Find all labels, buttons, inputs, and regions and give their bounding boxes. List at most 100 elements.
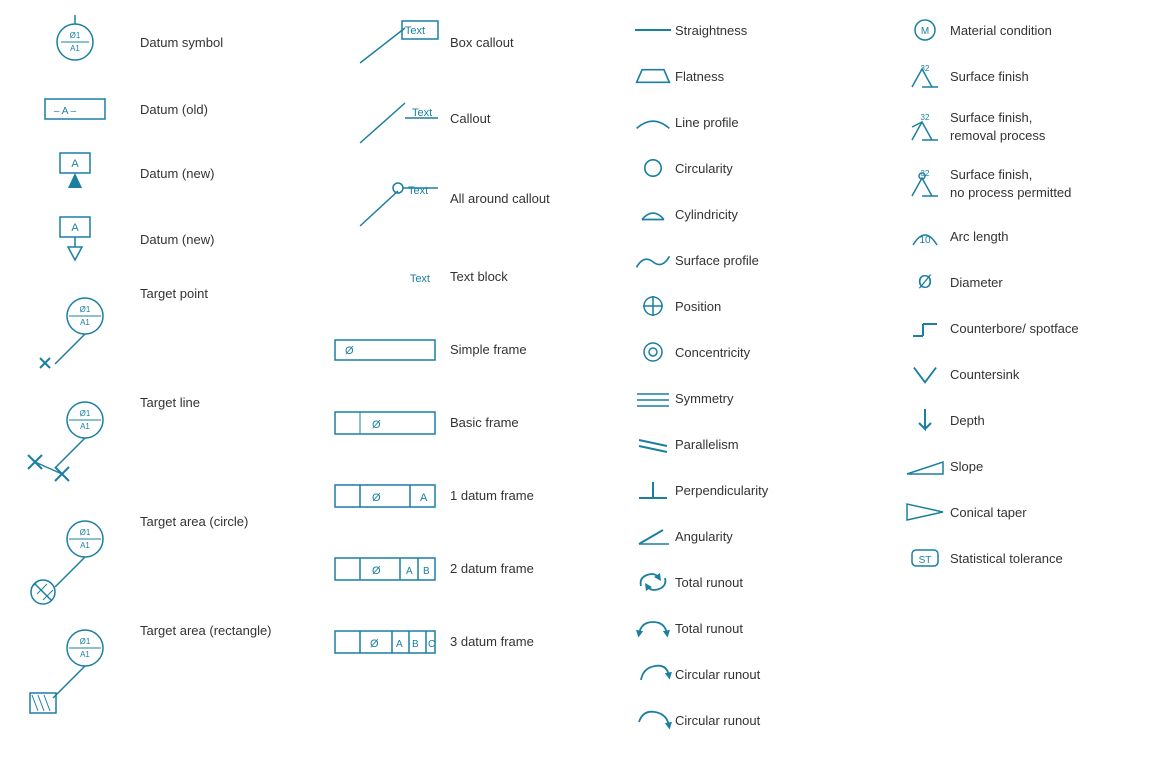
counterbore-row: Counterbore/ spotface [900, 313, 1140, 343]
box-callout-icon: Text [320, 18, 440, 68]
svg-text:Text: Text [410, 273, 430, 285]
circular-runout2-label: Circular runout [675, 713, 760, 728]
text-block-icon: Text [320, 262, 440, 292]
cylindricity-row: Cylindricity [630, 199, 880, 229]
col1-datum-symbols: Ø1 A1 Datum symbol – A – Datum (old) [0, 10, 310, 756]
circular-runout-row: Circular runout [630, 659, 880, 689]
perpendicularity-row: Perpendicularity [630, 475, 880, 505]
col4-additional: M Material condition 32 Surface finish 3… [890, 10, 1149, 756]
col3-gdt: Straightness Flatness Line profile [620, 10, 890, 756]
svg-text:A1: A1 [70, 44, 80, 53]
svg-text:Text: Text [405, 25, 425, 37]
diameter-label: Diameter [950, 275, 1003, 290]
target-area-rect-row: Ø1 A1 Target area (rectangle) [10, 618, 300, 718]
depth-row: Depth [900, 405, 1140, 435]
datum-symbol-row: Ø1 A1 Datum symbol [10, 15, 300, 70]
conical-taper-icon [900, 500, 950, 524]
depth-label: Depth [950, 413, 985, 428]
surface-finish-removal-row: 32 Surface finish, removal process [900, 107, 1140, 147]
parallelism-label: Parallelism [675, 437, 739, 452]
target-area-rect-label: Target area (rectangle) [140, 623, 272, 638]
cylindricity-label: Cylindricity [675, 207, 738, 222]
flatness-label: Flatness [675, 69, 724, 84]
target-point-label: Target point [140, 286, 208, 301]
surface-finish-label: Surface finish [950, 69, 1029, 84]
3-datum-frame-label: 3 datum frame [450, 634, 534, 649]
datum-old-row: – A – Datum (old) [10, 84, 300, 134]
slope-icon [900, 454, 950, 478]
1-datum-frame-icon: Ø A [320, 480, 440, 512]
target-area-rect-icon: Ø1 A1 [10, 623, 140, 718]
svg-text:Ø: Ø [345, 345, 354, 357]
svg-text:A1: A1 [80, 422, 90, 431]
counterbore-label: Counterbore/ spotface [950, 321, 1079, 336]
parallelism-icon [630, 432, 675, 456]
target-point-row: Ø1 A1 Target point [10, 281, 300, 376]
material-condition-row: M Material condition [900, 15, 1140, 45]
surface-finish-removal-icon: 32 [900, 110, 950, 145]
svg-text:A1: A1 [80, 541, 90, 550]
total-runout2-icon [630, 616, 675, 640]
statistical-tolerance-icon: ST [900, 546, 950, 570]
angularity-label: Angularity [675, 529, 733, 544]
svg-text:Text: Text [412, 107, 432, 119]
conical-taper-row: Conical taper [900, 497, 1140, 527]
concentricity-label: Concentricity [675, 345, 750, 360]
simple-frame-label: Simple frame [450, 342, 527, 357]
total-runout2-label: Total runout [675, 621, 743, 636]
basic-frame-icon: Ø [320, 407, 440, 439]
2-datum-frame-label: 2 datum frame [450, 561, 534, 576]
svg-text:Ø: Ø [372, 419, 381, 431]
svg-text:Ø1: Ø1 [80, 305, 91, 314]
datum-old-icon: – A – [10, 94, 140, 124]
conical-taper-label: Conical taper [950, 505, 1027, 520]
callout-label: Callout [450, 111, 490, 126]
3-datum-frame-row: Ø A B C 3 datum frame [320, 614, 610, 669]
target-line-label: Target line [140, 395, 200, 410]
line-profile-icon [630, 112, 675, 132]
target-area-circle-label: Target area (circle) [140, 514, 248, 529]
svg-text:Text: Text [408, 185, 428, 197]
circular-runout-icon [630, 662, 675, 686]
box-callout-label: Box callout [450, 35, 514, 50]
svg-text:Ø1: Ø1 [80, 637, 91, 646]
svg-text:C: C [428, 639, 435, 650]
callout-icon: Text [320, 88, 440, 148]
diameter-icon: Ø [900, 270, 950, 294]
parallelism-row: Parallelism [630, 429, 880, 459]
svg-text:A: A [396, 639, 403, 650]
concentricity-row: Concentricity [630, 337, 880, 367]
flatness-icon [630, 66, 675, 86]
datum-old-label: Datum (old) [140, 102, 208, 117]
target-area-circle-row: Ø1 A1 Target area (circle) [10, 509, 300, 604]
datum-new1-label: Datum (new) [140, 166, 214, 181]
page: Ø1 A1 Datum symbol – A – Datum (old) [0, 0, 1149, 766]
datum-new2-icon: A [10, 212, 140, 267]
circularity-label: Circularity [675, 161, 733, 176]
surface-finish-no-process-icon: 32 [900, 166, 950, 202]
target-line-icon: Ø1 A1 [10, 395, 140, 495]
target-area-circle-icon: Ø1 A1 [10, 514, 140, 604]
perpendicularity-label: Perpendicularity [675, 483, 768, 498]
2-datum-frame-icon: Ø A B [320, 553, 440, 585]
callout-row: Text Callout [320, 88, 610, 148]
svg-text:10: 10 [919, 235, 931, 246]
slope-row: Slope [900, 451, 1140, 481]
circular-runout-label: Circular runout [675, 667, 760, 682]
symmetry-icon [630, 386, 675, 410]
angularity-icon [630, 524, 675, 548]
surface-profile-row: Surface profile [630, 245, 880, 275]
datum-symbol-icon: Ø1 A1 [10, 15, 140, 70]
svg-text:Ø: Ø [372, 492, 381, 504]
surface-profile-label: Surface profile [675, 253, 759, 268]
all-around-callout-label: All around callout [450, 191, 550, 206]
surface-finish-no-process-row: 32 Surface finish, no process permitted [900, 163, 1140, 205]
circularity-row: Circularity [630, 153, 880, 183]
straightness-icon [630, 20, 675, 40]
countersink-row: Countersink [900, 359, 1140, 389]
svg-text:A1: A1 [80, 650, 90, 659]
concentricity-icon [630, 340, 675, 364]
basic-frame-label: Basic frame [450, 415, 519, 430]
surface-finish-row: 32 Surface finish [900, 61, 1140, 91]
surface-profile-icon [630, 249, 675, 271]
